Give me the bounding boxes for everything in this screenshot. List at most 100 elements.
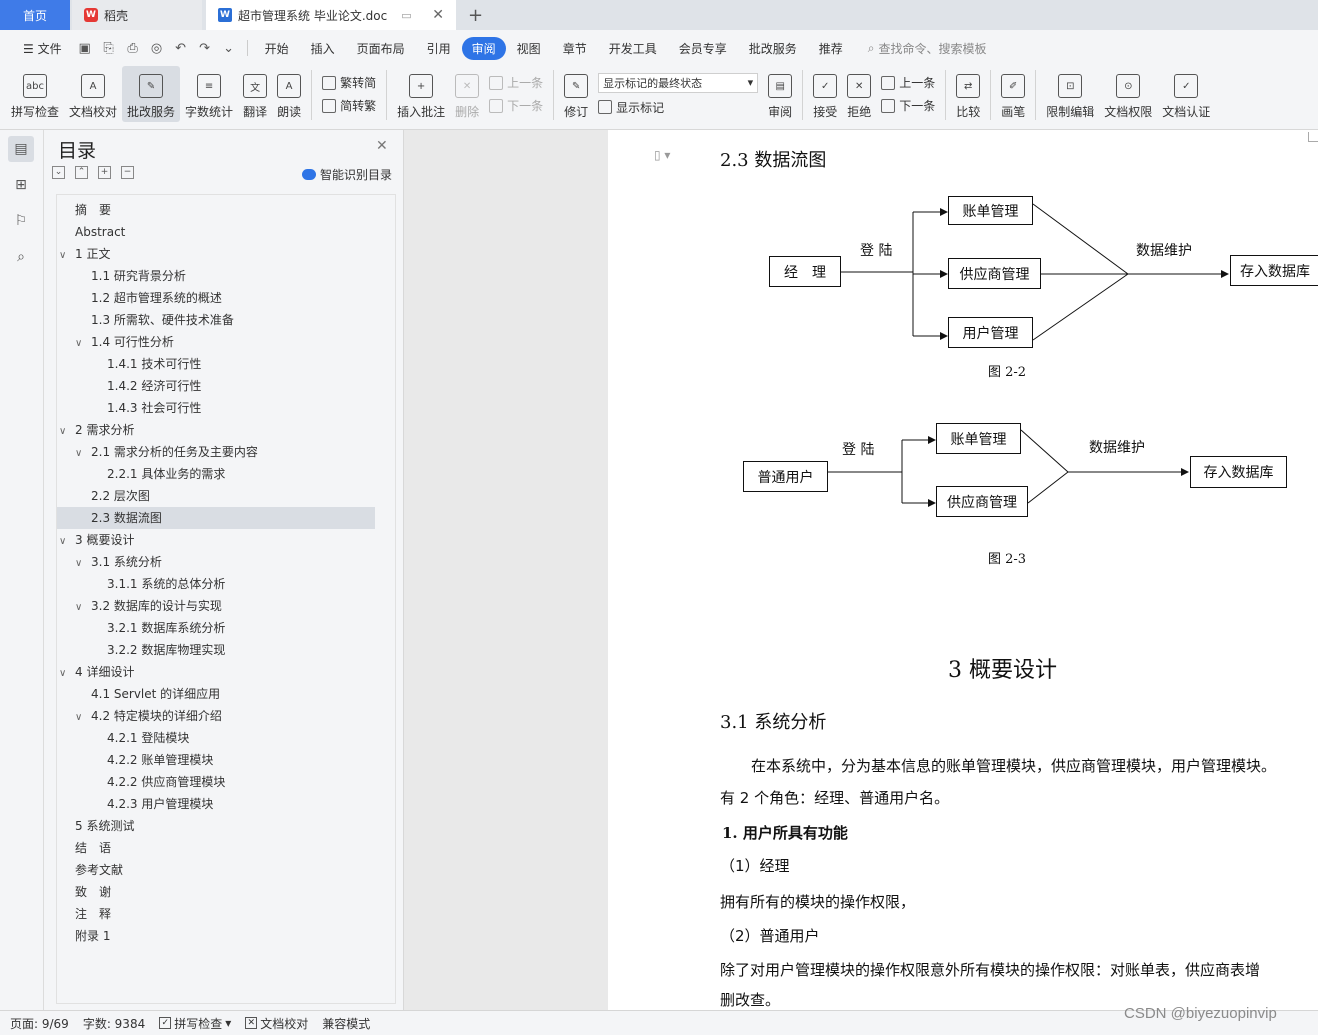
menu-item-view[interactable]: 视图 (506, 37, 552, 60)
chevron-down-icon[interactable]: ∨ (59, 421, 75, 443)
export-icon[interactable]: ⎘ (97, 38, 121, 58)
menu-item-devtools[interactable]: 开发工具 (598, 37, 668, 60)
word-count-button[interactable]: ≡ 字数统计 (180, 66, 238, 122)
new-tab-button[interactable]: + (456, 0, 495, 30)
toc-item[interactable]: ∨ 1.4 可行性分析 (75, 331, 174, 353)
structure-icon[interactable]: ⊞ (8, 172, 34, 198)
toc-item[interactable]: 4.1 Servlet 的详细应用 (75, 683, 220, 705)
next-comment-button[interactable]: 下一条 (489, 97, 543, 114)
pen-button[interactable]: ✐ 画笔 (996, 66, 1030, 122)
to-simplified-button[interactable]: 繁转简 (322, 74, 376, 91)
menu-item-member[interactable]: 会员专享 (668, 37, 738, 60)
print-preview-icon[interactable]: ◎ (145, 38, 169, 58)
toc-item[interactable]: 参考文献 (59, 859, 123, 881)
toc-item[interactable]: ∨ 4 详细设计 (59, 661, 134, 683)
prev-comment-button[interactable]: 上一条 (489, 74, 543, 91)
show-markup-button[interactable]: 显示标记 (598, 99, 758, 116)
reject-button[interactable]: ✕ 拒绝 (842, 66, 876, 122)
chevron-down-icon[interactable]: ∨ (59, 245, 75, 267)
close-tab-icon[interactable]: ✕ (432, 7, 444, 23)
toc-item[interactable]: ∨ 3 概要设计 (59, 529, 134, 551)
customize-icon[interactable]: ⌄ (217, 38, 241, 58)
undo-icon[interactable]: ↶ (169, 38, 193, 58)
file-menu[interactable]: ☰ 文件 (12, 37, 73, 60)
prev-revision-button[interactable]: 上一条 (881, 74, 935, 91)
toc-item[interactable]: 4.2.2 供应商管理模块 (91, 771, 225, 793)
print-icon[interactable]: ⎙ (121, 38, 145, 58)
doc-permission-button[interactable]: ⊙ 文档权限 (1099, 66, 1157, 122)
toc-item[interactable]: ∨ 3.2 数据库的设计与实现 (75, 595, 222, 617)
command-search[interactable]: ⌕ 查找命令、搜索模板 (868, 40, 987, 57)
chevron-down-icon[interactable]: ∨ (75, 707, 91, 729)
toc-item[interactable]: 1.4.1 技术可行性 (91, 353, 201, 375)
doc-cert-button[interactable]: ✓ 文档认证 (1157, 66, 1215, 122)
toc-item[interactable]: 4.2.3 用户管理模块 (91, 793, 213, 815)
chevron-down-icon[interactable]: ∨ (75, 553, 91, 575)
spell-check-button[interactable]: abc 拼写检查 (6, 66, 64, 122)
toc-item[interactable]: 摘 要 (59, 199, 111, 221)
status-spell-check[interactable]: ✓ 拼写检查 ▾ (159, 1015, 231, 1032)
toc-item[interactable]: 2.3 数据流图 (57, 507, 375, 529)
toc-item[interactable]: 致 谢 (59, 881, 111, 903)
toc-item[interactable]: ∨ 1 正文 (59, 243, 110, 265)
read-aloud-button[interactable]: A 朗读 (272, 66, 306, 122)
remove-level-icon[interactable]: − (121, 166, 134, 179)
markup-state-select[interactable]: 显示标记的最终状态 ▾ (598, 72, 759, 93)
to-traditional-button[interactable]: 简转繁 (322, 97, 376, 114)
review-pane-button[interactable]: ▤ 审阅 (763, 66, 797, 122)
toc-panel-icon[interactable]: ▤ (8, 136, 34, 162)
toc-item[interactable]: 注 释 (59, 903, 111, 925)
toc-item[interactable]: ∨ 2.1 需求分析的任务及主要内容 (75, 441, 258, 463)
menu-item-recommend[interactable]: 推荐 (808, 37, 854, 60)
toc-item[interactable]: ∨ 3.1 系统分析 (75, 551, 162, 573)
next-revision-button[interactable]: 下一条 (881, 97, 935, 114)
toc-item[interactable]: 3.2.1 数据库系统分析 (91, 617, 225, 639)
word-count-indicator[interactable]: 字数: 9384 (83, 1015, 145, 1032)
menu-item-start[interactable]: 开始 (254, 37, 300, 60)
translate-button[interactable]: 文翻译 (238, 66, 272, 122)
accept-button[interactable]: ✓ 接受 (808, 66, 842, 122)
chevron-down-icon[interactable]: ∨ (59, 531, 75, 553)
add-level-icon[interactable]: + (98, 166, 111, 179)
toc-item[interactable]: 2.2 层次图 (75, 485, 150, 507)
proofread-button[interactable]: A 文档校对 (64, 66, 122, 122)
close-icon[interactable]: ✕ (376, 138, 388, 154)
menu-item-layout[interactable]: 页面布局 (346, 37, 416, 60)
toc-item[interactable]: 2.2.1 具体业务的需求 (91, 463, 225, 485)
toc-item[interactable]: 4.2.1 登陆模块 (91, 727, 189, 749)
tab-daoke[interactable]: W 稻壳 (72, 0, 202, 30)
tab-document[interactable]: W 超市管理系统 毕业论文.doc ▭ ✕ (206, 0, 456, 30)
collapse-all-icon[interactable]: ⌄ (52, 166, 65, 179)
chevron-down-icon[interactable]: ∨ (75, 597, 91, 619)
menu-item-insert[interactable]: 插入 (300, 37, 346, 60)
chevron-down-icon[interactable]: ∨ (59, 663, 75, 685)
toc-item[interactable]: 3.1.1 系统的总体分析 (91, 573, 225, 595)
expand-all-icon[interactable]: ⌃ (75, 166, 88, 179)
smart-toc-button[interactable]: 智能识别目录 (302, 166, 392, 183)
menu-item-chapter[interactable]: 章节 (552, 37, 598, 60)
delete-comment-button[interactable]: ✕ 删除 (450, 66, 484, 122)
pin-icon[interactable]: ▭ (401, 9, 411, 22)
save-icon[interactable]: ▣ (73, 38, 97, 58)
menu-item-reference[interactable]: 引用 (416, 37, 462, 60)
tab-home[interactable]: 首页 (0, 0, 70, 30)
toc-item[interactable]: 4.2.2 账单管理模块 (91, 749, 213, 771)
toc-item[interactable]: 1.3 所需软、硬件技术准备 (75, 309, 234, 331)
status-proofread[interactable]: ✕ 文档校对 (245, 1015, 308, 1032)
toc-item[interactable]: ∨ 2 需求分析 (59, 419, 134, 441)
insert-comment-button[interactable]: + 插入批注 (392, 66, 450, 122)
toc-item[interactable]: 附录 1 (59, 925, 110, 947)
menu-item-review-service[interactable]: 批改服务 (738, 37, 808, 60)
toc-item[interactable]: 5 系统测试 (59, 815, 134, 837)
menu-item-review[interactable]: 审阅 (461, 36, 506, 60)
toc-item[interactable]: 1.4.3 社会可行性 (91, 397, 201, 419)
chevron-down-icon[interactable]: ∨ (75, 443, 91, 465)
search-panel-icon[interactable]: ⌕ (8, 244, 34, 270)
bookmark-icon[interactable]: ⚐ (8, 208, 34, 234)
chevron-down-icon[interactable]: ∨ (75, 333, 91, 355)
compare-button[interactable]: ⇄ 比较 (951, 66, 985, 122)
redo-icon[interactable]: ↷ (193, 38, 217, 58)
toc-item[interactable]: 1.2 超市管理系统的概述 (75, 287, 222, 309)
toc-item[interactable]: 1.4.2 经济可行性 (91, 375, 201, 397)
toc-item[interactable]: 3.2.2 数据库物理实现 (91, 639, 225, 661)
